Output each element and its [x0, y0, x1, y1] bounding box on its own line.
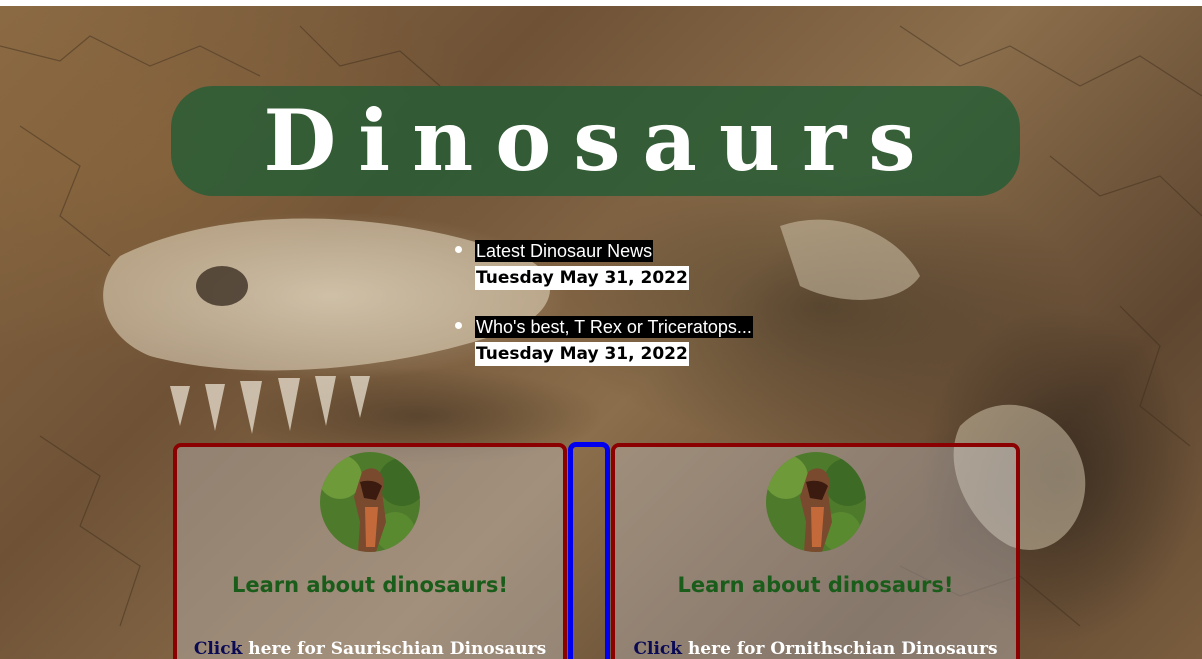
news-title-link[interactable]: Who's best, T Rex or Triceratops...	[475, 316, 753, 338]
dinosaur-avatar-image	[765, 452, 866, 552]
ornithischian-link[interactable]: Click here for Ornithschian Dinosaurs	[615, 639, 1016, 659]
center-divider	[568, 442, 610, 659]
bullet-icon	[455, 246, 462, 253]
click-link-word[interactable]: Click	[633, 639, 682, 659]
page-title: Dinosaurs	[263, 91, 938, 190]
dinosaur-avatar-image	[320, 452, 420, 552]
bullet-icon	[455, 322, 462, 329]
ornithischian-card: Learn about dinosaurs! Click here for Or…	[611, 443, 1020, 659]
news-date: Tuesday May 31, 2022	[475, 342, 689, 366]
card-heading: Learn about dinosaurs!	[677, 573, 954, 597]
news-list: Latest Dinosaur News Tuesday May 31, 202…	[455, 240, 753, 392]
click-link-word[interactable]: Click	[194, 639, 243, 659]
link-text[interactable]: here for Ornithschian Dinosaurs	[682, 639, 998, 659]
saurischian-link[interactable]: Click here for Saurischian Dinosaurs	[177, 639, 563, 659]
card-heading: Learn about dinosaurs!	[231, 573, 508, 597]
news-title-link[interactable]: Latest Dinosaur News	[475, 240, 654, 262]
news-item: Latest Dinosaur News Tuesday May 31, 202…	[455, 240, 753, 290]
saurischian-card: Learn about dinosaurs! Click here for Sa…	[173, 443, 567, 659]
news-item: Who's best, T Rex or Triceratops... Tues…	[455, 316, 753, 366]
page: Dinosaurs Latest Dinosaur News Tuesday M…	[0, 0, 1202, 659]
title-banner: Dinosaurs	[171, 86, 1020, 196]
link-text[interactable]: here for Saurischian Dinosaurs	[242, 639, 546, 659]
news-date: Tuesday May 31, 2022	[475, 266, 689, 290]
